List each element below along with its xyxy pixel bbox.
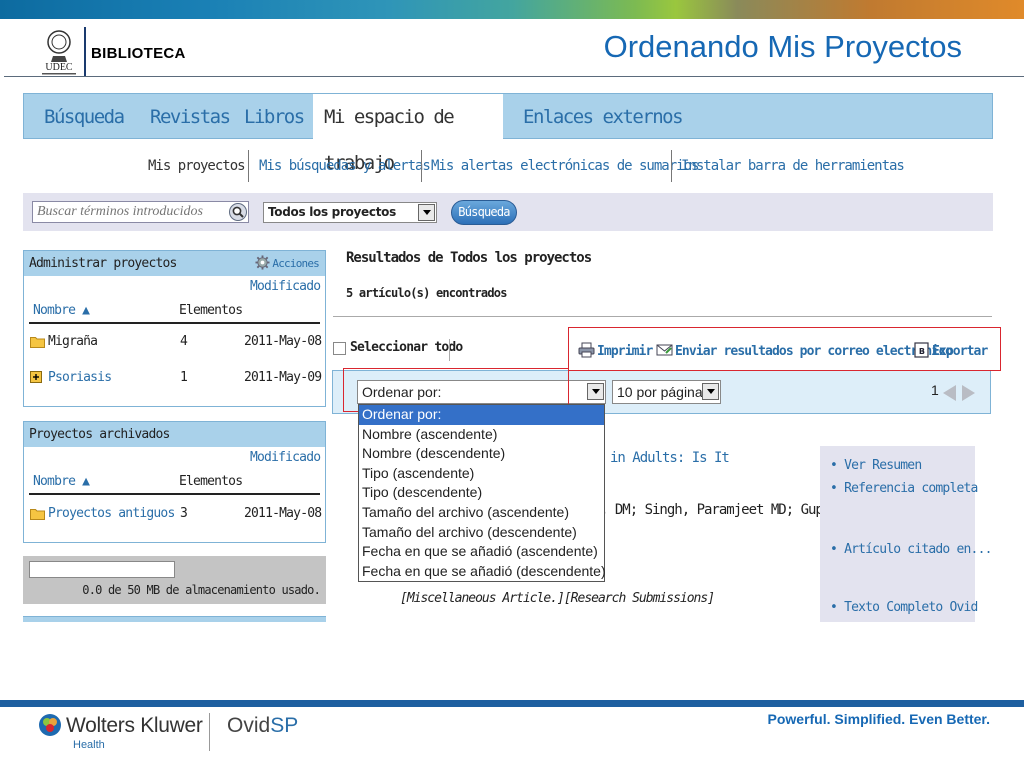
article-links-panel: • Ver Resumen • Referencia completa • Ar… xyxy=(820,446,992,622)
project-modified-date: 2011-May-09 xyxy=(244,370,322,385)
logo-divider xyxy=(84,27,86,77)
subnav-instalar-barra[interactable]: Instalar barra de herramientas xyxy=(681,151,905,181)
project-item-count: 3 xyxy=(180,506,188,521)
project-name[interactable]: Migraña xyxy=(48,334,98,349)
sort-option[interactable]: Tipo (ascendente) xyxy=(359,464,604,484)
main-nav: Búsqueda Revistas Libros Mi espacio de t… xyxy=(23,93,993,174)
panel-bottom-edge xyxy=(23,616,326,622)
footer-product: OvidSP xyxy=(227,714,299,737)
sort-options-list: Ordenar por: Nombre (ascendente) Nombre … xyxy=(358,404,606,582)
project-name[interactable]: Psoriasis xyxy=(48,370,112,385)
udec-logo-icon: UDEC xyxy=(42,30,76,75)
search-bar: Todos los proyectos Búsqueda xyxy=(23,193,993,231)
highlight-box-actions xyxy=(568,327,1001,371)
slide-title: Ordenando Mis Proyectos xyxy=(603,29,962,64)
top-decorative-stripe xyxy=(0,0,1024,19)
select-all-label: Seleccionar todo xyxy=(350,340,463,355)
per-page-select[interactable]: 10 por página xyxy=(612,380,721,404)
select-all-checkbox[interactable] xyxy=(333,342,346,355)
sort-option[interactable]: Ordenar por: xyxy=(359,405,604,425)
tab-libros[interactable]: Libros xyxy=(244,94,305,140)
tab-enlaces-externos[interactable]: Enlaces externos xyxy=(523,94,684,140)
article-title-link[interactable]: in Adults: Is It xyxy=(610,450,730,466)
wolters-kluwer-logo-icon xyxy=(39,714,61,736)
project-modified-date: 2011-May-08 xyxy=(244,506,322,521)
storage-progress-bar xyxy=(29,561,175,578)
folder-icon xyxy=(30,337,45,348)
results-title: Resultados de Todos los proyectos xyxy=(346,250,592,266)
sort-by-name-link[interactable]: Nombre ▲ xyxy=(33,303,90,318)
sort-by-name-link[interactable]: Nombre ▲ xyxy=(33,474,90,489)
view-abstract-link[interactable]: • Ver Resumen xyxy=(830,458,922,473)
footer-divider xyxy=(0,700,1024,707)
chevron-down-icon[interactable] xyxy=(587,383,604,400)
sort-option[interactable]: Tipo (descendente) xyxy=(359,483,604,503)
subnav-mis-proyectos[interactable]: Mis proyectos xyxy=(148,151,246,181)
project-item-count: 4 xyxy=(180,334,188,349)
tab-mi-espacio[interactable]: Mi espacio de trabajo xyxy=(313,94,503,174)
svg-text:UDEC: UDEC xyxy=(45,62,73,73)
subnav-mis-alertas[interactable]: Mis alertas electrónicas de sumarios xyxy=(431,151,699,181)
full-reference-link[interactable]: • Referencia completa xyxy=(830,481,978,496)
chevron-down-icon[interactable] xyxy=(702,383,719,400)
per-page-value: 10 por página xyxy=(617,384,703,400)
results-count: 5 artículo(s) encontrados xyxy=(346,286,507,300)
toolbar-divider xyxy=(449,339,450,361)
cited-by-link[interactable]: • Artículo citado en... xyxy=(830,542,992,557)
project-filter-select[interactable]: Todos los proyectos xyxy=(263,202,437,223)
actions-link[interactable]: Acciones xyxy=(255,251,320,276)
sort-option[interactable]: Tamaño del archivo (descendente) xyxy=(359,523,604,543)
sort-option[interactable]: Fecha en que se añadió (descendente) xyxy=(359,562,606,582)
manage-projects-panel: Administrar proyectos Acciones Modificad… xyxy=(23,250,326,407)
panel-title: Proyectos archivados xyxy=(24,422,325,447)
search-icon[interactable] xyxy=(228,202,248,222)
footer-tagline: Powerful. Simplified. Even Better. xyxy=(767,711,991,727)
storage-usage: 0.0 de 50 MB de almacenamiento usado. xyxy=(23,556,326,604)
ovid-full-text-link[interactable]: • Texto Completo Ovid xyxy=(830,600,978,615)
column-header-items: Elementos xyxy=(179,474,243,489)
tab-revistas[interactable]: Revistas xyxy=(150,94,231,140)
next-page-icon[interactable] xyxy=(962,385,975,401)
project-modified-date: 2011-May-08 xyxy=(244,334,322,349)
expand-folder-icon[interactable] xyxy=(30,371,42,383)
slide-header: UDEC BIBLIOTECA Ordenando Mis Proyectos xyxy=(0,19,1024,77)
footer-divider-vertical xyxy=(209,713,210,751)
sort-option[interactable]: Nombre (ascendente) xyxy=(359,425,604,445)
sort-option[interactable]: Nombre (descendente) xyxy=(359,444,604,464)
footer-brand: Wolters Kluwer xyxy=(66,714,203,737)
sub-nav: Mis proyectos Mis búsquedas y alertas Mi… xyxy=(23,148,993,184)
article-authors: , DM; Singh, Paramjeet MD; Gupta, xyxy=(600,502,846,518)
subnav-divider xyxy=(248,150,249,182)
chevron-down-icon[interactable] xyxy=(418,204,435,221)
search-button[interactable]: Búsqueda xyxy=(451,200,517,225)
footer-brand-sub: Health xyxy=(73,739,105,751)
subnav-mis-busquedas[interactable]: Mis búsquedas y alertas xyxy=(259,151,431,181)
article-publication-type: [Miscellaneous Article.][Research Submis… xyxy=(400,591,715,606)
previous-page-icon[interactable] xyxy=(943,385,956,401)
sort-option[interactable]: Tamaño del archivo (ascendente) xyxy=(359,503,604,523)
header-divider xyxy=(4,76,1024,77)
org-name: BIBLIOTECA xyxy=(91,45,186,62)
archived-projects-panel: Proyectos archivados Modificado Nombre ▲… xyxy=(23,421,326,543)
gear-icon xyxy=(255,255,270,270)
table-header-rule xyxy=(29,493,320,495)
panel-title: Administrar proyectos Acciones xyxy=(24,251,325,276)
subnav-divider xyxy=(421,150,422,182)
sort-option[interactable]: Fecha en que se añadió (ascendente) xyxy=(359,542,604,562)
table-header-rule xyxy=(29,322,320,324)
project-item-count: 1 xyxy=(180,370,188,385)
project-filter-value: Todos los proyectos xyxy=(268,205,396,219)
folder-icon xyxy=(30,509,45,520)
project-name[interactable]: Proyectos antiguos xyxy=(48,506,175,521)
sort-by-modified-link[interactable]: Modificado xyxy=(250,450,321,465)
results-divider xyxy=(333,316,992,317)
search-input[interactable] xyxy=(32,201,249,223)
storage-usage-text: 0.0 de 50 MB de almacenamiento usado. xyxy=(82,583,321,597)
subnav-divider xyxy=(671,150,672,182)
sort-by-modified-link[interactable]: Modificado xyxy=(250,279,321,294)
column-header-items: Elementos xyxy=(179,303,243,318)
tab-busqueda[interactable]: Búsqueda xyxy=(44,94,125,140)
page-number: 1 xyxy=(931,382,939,398)
